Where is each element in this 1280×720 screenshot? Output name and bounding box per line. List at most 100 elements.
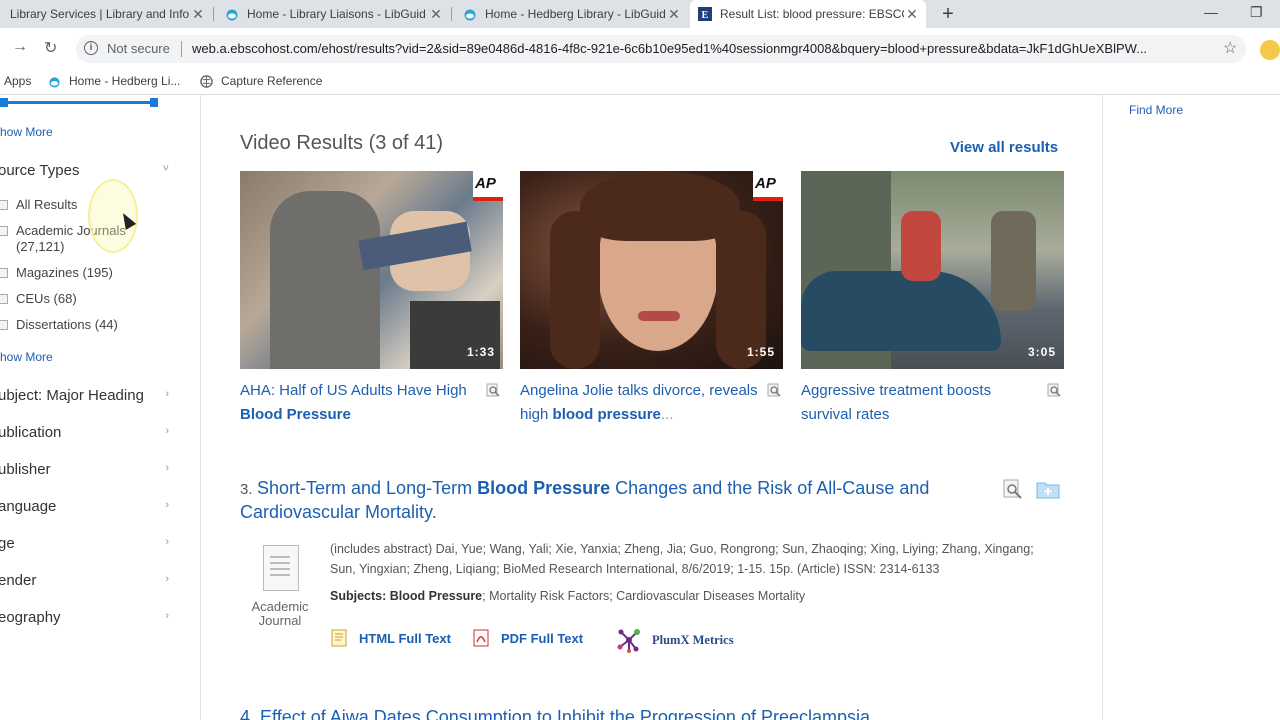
facet-language[interactable]: anguage › <box>0 498 173 515</box>
reload-icon[interactable]: ↻ <box>44 38 57 58</box>
ap-logo: AP <box>753 171 783 201</box>
forward-icon[interactable]: → <box>12 38 28 56</box>
tab-title: Library Services | Library and Info <box>10 7 190 21</box>
preview-icon[interactable] <box>1002 479 1024 499</box>
bookmark-capture-reference[interactable]: Capture Reference <box>200 74 322 88</box>
checkbox[interactable] <box>0 294 8 304</box>
preview-icon[interactable] <box>767 383 781 397</box>
profile-avatar[interactable] <box>1260 40 1280 60</box>
close-icon[interactable]: ✕ <box>428 6 444 23</box>
plumx-icon <box>617 629 640 653</box>
find-more-link[interactable]: Find More <box>1129 103 1183 117</box>
source-type-all-results[interactable]: All Results <box>0 197 77 212</box>
add-to-folder-icon[interactable] <box>1036 479 1060 499</box>
video-title-link[interactable]: Aggressive treatment boosts survival rat… <box>801 379 1041 427</box>
video-title-highlight: blood pressure <box>552 406 661 423</box>
facet-publisher[interactable]: ublisher › <box>0 461 173 478</box>
source-type-label: Dissertations (44) <box>16 317 118 332</box>
video-results-heading: Video Results (3 of 41) <box>240 132 444 154</box>
source-type-magazines[interactable]: Magazines (195) <box>0 265 113 280</box>
result-title-link[interactable]: 4. Effect of Ajwa Dates Consumption to I… <box>240 707 870 720</box>
facet-publication[interactable]: ublication › <box>0 424 173 441</box>
info-icon[interactable]: i <box>84 41 98 55</box>
tab-title: Home - Hedberg Library - LibGuid <box>485 7 666 21</box>
date-slider-handle-right[interactable] <box>150 98 158 107</box>
tab-hedberg-library[interactable]: Home - Hedberg Library - LibGuid ✕ <box>455 0 688 28</box>
html-full-text-label: HTML Full Text <box>359 630 451 646</box>
bookmarks-bar <box>0 68 1280 95</box>
subjects-rest: ; Mortality Risk Factors; Cardiovascular… <box>482 589 806 603</box>
cloud-icon <box>49 76 60 88</box>
tab-separator <box>451 7 452 21</box>
cloud-icon <box>226 9 238 21</box>
source-type-count: (27,121) <box>16 239 65 254</box>
bookmark-hedberg[interactable]: Home - Hedberg Li... <box>48 74 180 88</box>
tab-library-liaisons[interactable]: Home - Library Liaisons - LibGuid ✕ <box>217 0 450 28</box>
facet-title: ublisher <box>0 461 51 478</box>
publication-type-line2: Journal <box>258 613 302 628</box>
video-duration: 1:55 <box>746 345 775 359</box>
bookmark-apps[interactable]: Apps <box>4 74 31 88</box>
ebsco-icon: E <box>698 7 712 21</box>
video-thumbnail[interactable]: AP 1:33 <box>240 171 503 369</box>
tab-result-list[interactable]: E Result List: blood pressure: EBSCO ✕ <box>690 0 926 28</box>
security-label: Not secure <box>107 41 170 56</box>
result-citation: (includes abstract) Dai, Yue; Wang, Yali… <box>330 542 1034 576</box>
subjects-label: Subjects: <box>330 589 387 603</box>
chevron-right-icon: › <box>165 425 169 437</box>
chevron-right-icon: › <box>165 388 169 400</box>
academic-journal-icon <box>263 545 299 591</box>
close-icon[interactable]: ✕ <box>904 6 920 23</box>
result-title-link[interactable]: Short-Term and Long-Term Blood Pressure … <box>240 476 940 524</box>
checkbox[interactable] <box>0 320 8 330</box>
date-slider-track[interactable] <box>0 101 158 104</box>
plumx-metrics-link[interactable]: PlumX Metrics <box>616 627 734 653</box>
facet-gender[interactable]: ender › <box>0 572 173 589</box>
video-thumbnail[interactable]: 3:05 <box>801 171 1064 369</box>
pdf-icon <box>473 629 489 647</box>
facet-title: ubject: Major Heading <box>0 387 144 404</box>
result-subjects: Subjects: Blood Pressure; Mortality Risk… <box>330 589 805 603</box>
results-page: how More ource Types ˅ All Results Acade… <box>0 95 1280 720</box>
show-more-link[interactable]: how More <box>0 125 53 139</box>
url-text[interactable]: web.a.ebscohost.com/ehost/results?vid=2&… <box>192 41 1212 56</box>
bookmark-label: Apps <box>4 74 32 88</box>
source-type-dissertations[interactable]: Dissertations (44) <box>0 317 118 332</box>
facet-title: eography <box>0 609 61 626</box>
preview-icon[interactable] <box>486 383 500 397</box>
new-tab-button[interactable]: + <box>938 3 958 26</box>
date-slider-handle-left[interactable] <box>0 98 8 107</box>
view-all-results-link[interactable]: View all results <box>950 139 1058 156</box>
chevron-down-icon: ˅ <box>162 163 169 175</box>
checkbox[interactable] <box>0 226 8 236</box>
html-full-text-link[interactable]: HTML Full Text <box>331 629 451 647</box>
source-type-label: Magazines (195) <box>16 265 113 280</box>
restore-icon[interactable]: ❐ <box>1250 4 1263 21</box>
video-title: AHA: Half of US Adults Have High <box>240 382 467 399</box>
pdf-full-text-link[interactable]: PDF Full Text <box>473 629 583 647</box>
source-type-ceus[interactable]: CEUs (68) <box>0 291 77 306</box>
video-thumbnail[interactable]: AP 1:55 <box>520 171 783 369</box>
tab-title: Home - Library Liaisons - LibGuid <box>247 7 426 21</box>
result-title: Short-Term and Long-Term <box>257 478 473 498</box>
show-more-link[interactable]: how More <box>0 350 53 364</box>
close-icon[interactable]: ✕ <box>666 6 682 23</box>
checkbox[interactable] <box>0 268 8 278</box>
minimize-icon[interactable]: — <box>1204 4 1218 20</box>
preview-icon[interactable] <box>1047 383 1061 397</box>
checkbox[interactable] <box>0 200 8 210</box>
tab-library-services[interactable]: Library Services | Library and Info ✕ <box>0 0 212 28</box>
facet-title: anguage <box>0 498 57 515</box>
bookmark-star-icon[interactable]: ☆ <box>1223 38 1237 58</box>
video-title-link[interactable]: AHA: Half of US Adults Have High Blood P… <box>240 379 480 427</box>
globe-icon <box>200 74 213 88</box>
close-icon[interactable]: ✕ <box>190 6 206 23</box>
facet-source-types[interactable]: ource Types ˅ <box>0 162 173 179</box>
ap-logo: AP <box>473 171 503 201</box>
facet-subject-major-heading[interactable]: ubject: Major Heading › <box>0 387 173 404</box>
video-title-link[interactable]: Angelina Jolie talks divorce, reveals hi… <box>520 379 760 427</box>
facet-age[interactable]: ge › <box>0 535 173 552</box>
chevron-right-icon: › <box>165 462 169 474</box>
source-type-label: All Results <box>16 197 78 212</box>
facet-geography[interactable]: eography › <box>0 609 173 626</box>
